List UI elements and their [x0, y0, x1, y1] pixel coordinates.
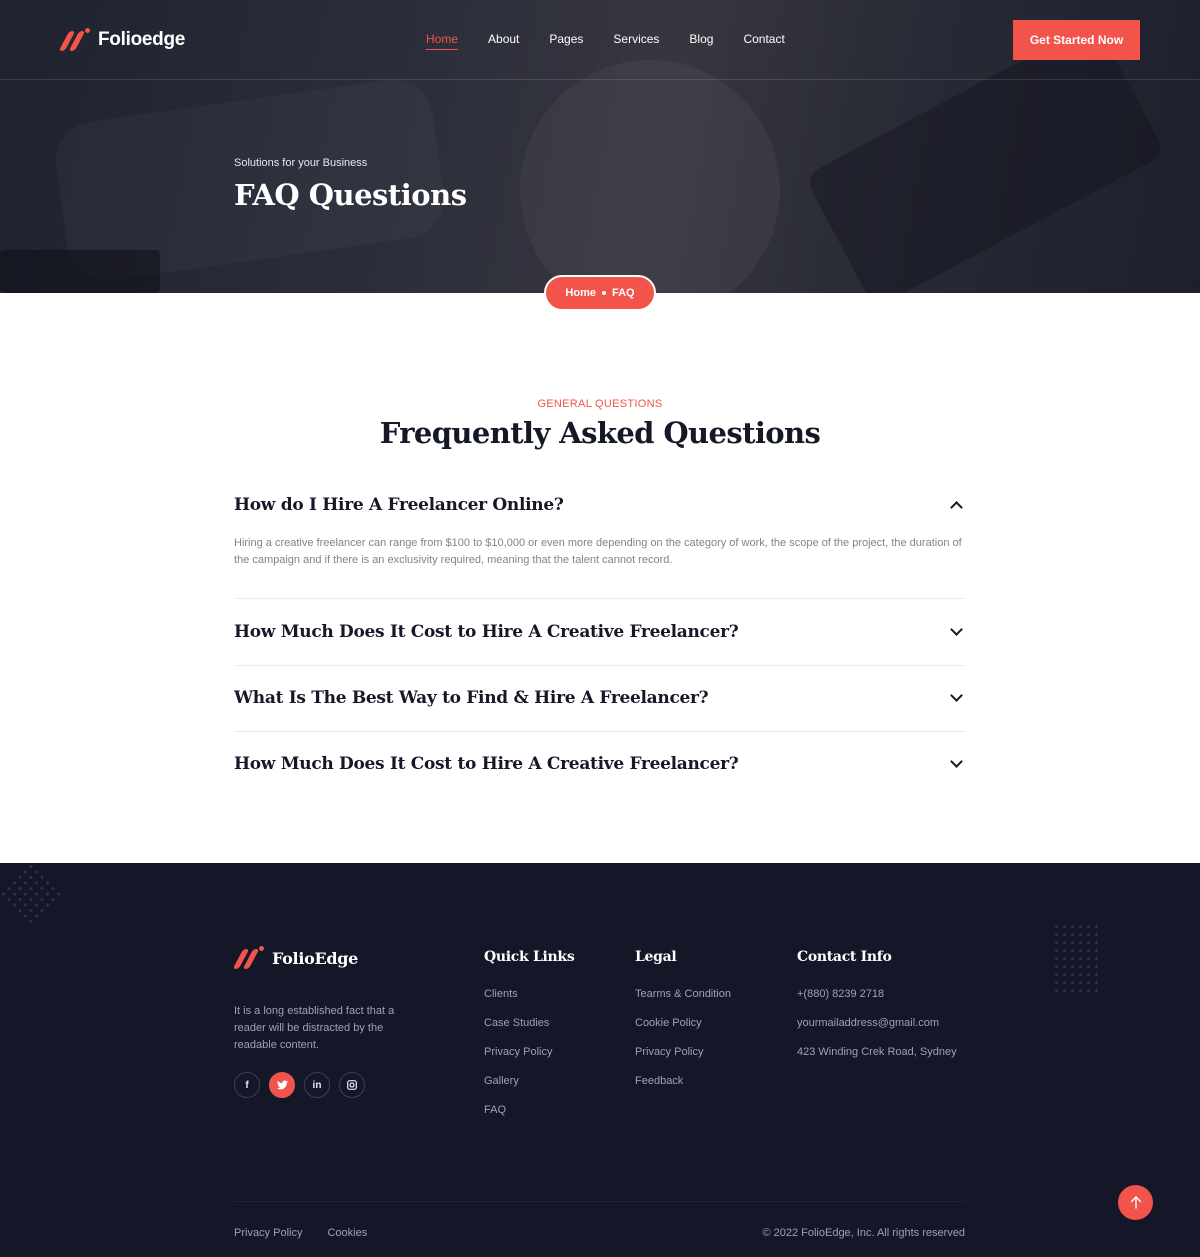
footer-bottom-links: Privacy Policy Cookies — [234, 1227, 367, 1239]
section-title: Frequently Asked Questions — [379, 416, 821, 450]
copyright: © 2022 FolioEdge, Inc. All rights reserv… — [762, 1227, 965, 1239]
bottom-link-cookies[interactable]: Cookies — [327, 1227, 367, 1239]
legal-links: Legal Tearms & Condition Cookie Policy P… — [635, 949, 731, 1104]
faq-divider — [234, 598, 965, 599]
facebook-icon[interactable]: f — [234, 1072, 260, 1098]
faq-item: How Much Does It Cost to Hire A Creative… — [234, 754, 965, 774]
footer-logo[interactable]: FolioEdge — [232, 946, 359, 970]
faq-question: How Much Does It Cost to Hire A Creative… — [234, 754, 739, 774]
footer-link-cookie-policy[interactable]: Cookie Policy — [635, 1017, 731, 1030]
page-title: FAQ Questions — [234, 178, 467, 212]
bottom-link-privacy[interactable]: Privacy Policy — [234, 1227, 302, 1239]
chevron-down-icon[interactable] — [950, 689, 963, 702]
linkedin-icon[interactable]: in — [304, 1072, 330, 1098]
instagram-icon[interactable] — [339, 1072, 365, 1098]
faq-question-toggle[interactable]: How Much Does It Cost to Hire A Creative… — [234, 754, 965, 774]
decor-dots-diamond — [2, 865, 60, 923]
decor-dots — [1055, 925, 1098, 992]
nav-about[interactable]: About — [488, 32, 519, 50]
brand-name: Folioedge — [98, 29, 186, 50]
quick-links-title: Quick Links — [484, 949, 575, 965]
brand-logo[interactable]: Folioedge — [58, 28, 186, 52]
site-footer: FolioEdge It is a long established fact … — [0, 863, 1200, 1257]
faq-answer: Hiring a creative freelancer can range f… — [234, 537, 962, 566]
breadcrumb: Home FAQ — [544, 275, 656, 311]
faq-item: How do I Hire A Freelancer Online? Hirin… — [234, 495, 965, 569]
faq-question-toggle[interactable]: How do I Hire A Freelancer Online? — [234, 495, 965, 515]
faq-divider — [234, 731, 965, 732]
chevron-down-icon[interactable] — [950, 755, 963, 768]
contact-address: 423 Winding Crek Road, Sydney — [797, 1046, 957, 1058]
nav-contact[interactable]: Contact — [743, 32, 784, 50]
breadcrumb-separator-icon — [601, 291, 606, 295]
faq-question: What Is The Best Way to Find & Hire A Fr… — [234, 688, 709, 708]
footer-link-case-studies[interactable]: Case Studies — [484, 1017, 574, 1030]
footer-brand-name: FolioEdge — [272, 948, 359, 968]
quick-links: Quick Links Clients Case Studies Privacy… — [484, 949, 575, 1133]
chevron-down-icon[interactable] — [950, 623, 963, 636]
nav-pages[interactable]: Pages — [549, 32, 583, 50]
footer-divider — [234, 1201, 965, 1202]
contact-title: Contact Info — [797, 949, 892, 965]
arrow-up-icon — [1130, 1196, 1141, 1209]
footer-link-clients[interactable]: Clients — [484, 988, 574, 1001]
faq-divider — [234, 665, 965, 666]
footer-link-privacy[interactable]: Privacy Policy — [484, 1046, 574, 1059]
contact-email[interactable]: yourmailaddress@gmail.com — [797, 1017, 957, 1030]
footer-link-feedback[interactable]: Feedback — [635, 1075, 731, 1088]
twitter-icon[interactable] — [269, 1072, 295, 1098]
breadcrumb-current: FAQ — [611, 287, 635, 299]
nav-blog[interactable]: Blog — [689, 32, 713, 50]
breadcrumb-home[interactable]: Home — [565, 287, 596, 299]
get-started-button[interactable]: Get Started Now — [1013, 20, 1140, 60]
nav-divider — [0, 79, 1200, 80]
faq-question-toggle[interactable]: What Is The Best Way to Find & Hire A Fr… — [234, 688, 965, 708]
contact-phone[interactable]: +(880) 8239 2718 — [797, 988, 957, 1001]
scroll-to-top-button[interactable] — [1118, 1185, 1153, 1220]
faq-item: What Is The Best Way to Find & Hire A Fr… — [234, 688, 965, 708]
footer-about: It is a long established fact that a rea… — [234, 1005, 395, 1051]
footer-link-faq[interactable]: FAQ — [484, 1104, 574, 1117]
nav-services[interactable]: Services — [613, 32, 659, 50]
logo-mark-icon — [232, 946, 264, 970]
legal-title: Legal — [635, 949, 677, 965]
footer-link-privacy-policy[interactable]: Privacy Policy — [635, 1046, 731, 1059]
faq-question-toggle[interactable]: How Much Does It Cost to Hire A Creative… — [234, 622, 965, 642]
footer-link-terms[interactable]: Tearms & Condition — [635, 988, 731, 1001]
hero-banner: Folioedge Home About Pages Services Blog… — [0, 0, 1200, 293]
social-links: f in — [234, 1072, 365, 1098]
faq-item: How Much Does It Cost to Hire A Creative… — [234, 622, 965, 642]
faq-question: How Much Does It Cost to Hire A Creative… — [234, 622, 739, 642]
nav-home[interactable]: Home — [426, 32, 459, 50]
footer-link-gallery[interactable]: Gallery — [484, 1075, 574, 1088]
chevron-up-icon[interactable] — [950, 501, 963, 514]
faq-question: How do I Hire A Freelancer Online? — [234, 495, 564, 515]
contact-info: Contact Info +(880) 8239 2718 yourmailad… — [797, 949, 957, 1075]
logo-mark-icon — [58, 28, 90, 52]
section-eyebrow: GENERAL QUESTIONS — [537, 398, 663, 410]
main-nav: Home About Pages Services Blog Contact — [426, 32, 785, 50]
hero-subtitle: Solutions for your Business — [234, 157, 368, 169]
